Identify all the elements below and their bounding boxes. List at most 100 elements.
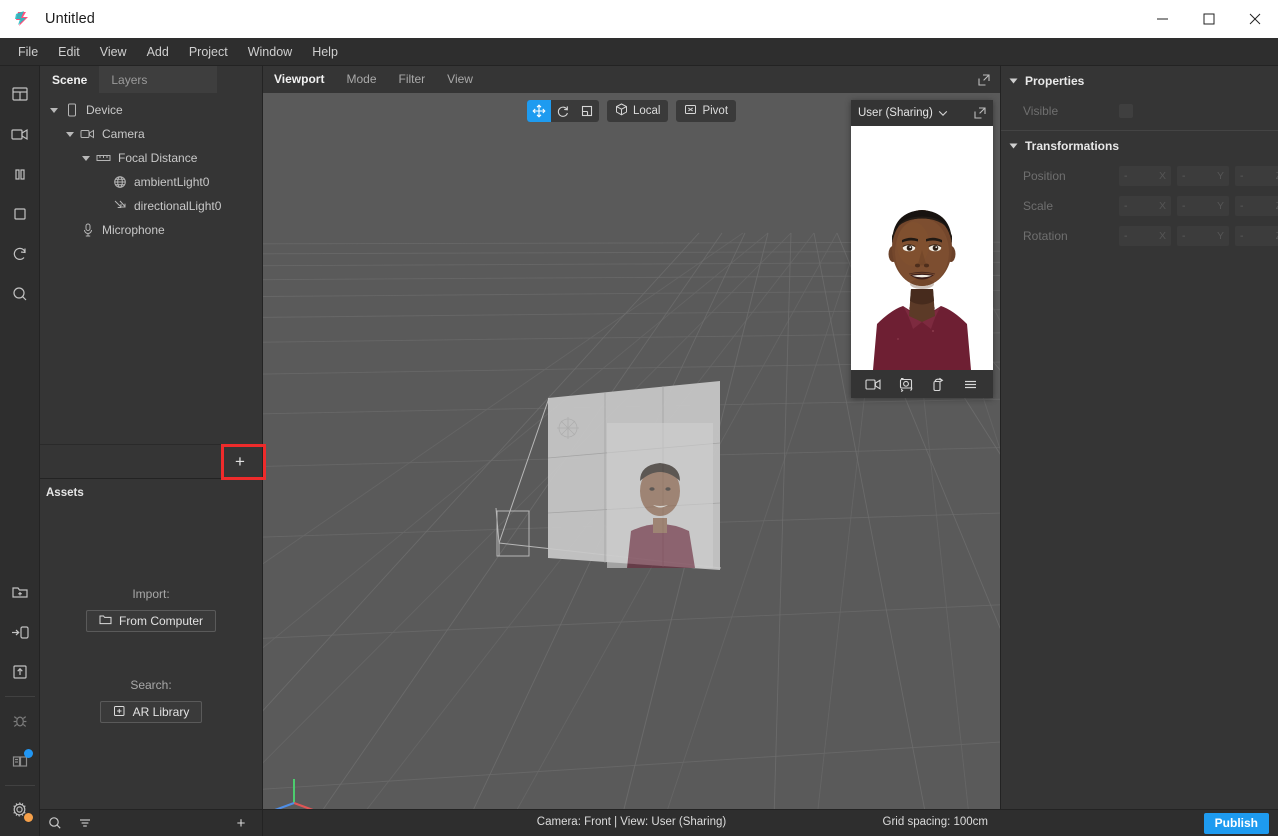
rotation-fields: - X - Y - Z (1119, 226, 1278, 246)
viewport-popout-icon[interactable] (978, 73, 990, 86)
scale-y-input[interactable]: - Y (1177, 196, 1229, 216)
reset-refresh-icon[interactable] (0, 234, 40, 274)
position-x-input[interactable]: - X (1119, 166, 1171, 186)
chevron-down-icon[interactable] (1009, 74, 1018, 88)
menu-file[interactable]: File (8, 41, 48, 63)
rotation-x-input[interactable]: - X (1119, 226, 1171, 246)
user-portrait-image (851, 126, 993, 370)
coordinate-space-button[interactable]: Local (606, 100, 669, 122)
left-tool-rail (0, 66, 40, 836)
chevron-down-icon[interactable] (1009, 139, 1018, 153)
camera-icon[interactable] (0, 114, 40, 154)
tree-item-directionallight0[interactable]: directionalLight0 (40, 194, 262, 218)
tree-item-ambientlight0[interactable]: ambientLight0 (40, 170, 262, 194)
properties-panel: Properties Visible Transformations Posit… (1000, 66, 1278, 809)
rotate-tool-button[interactable] (551, 100, 575, 122)
scale-z-input[interactable]: - Z (1235, 196, 1278, 216)
search-icon[interactable] (0, 274, 40, 314)
simulator-popout-icon[interactable] (974, 107, 986, 119)
tab-scene[interactable]: Scene (40, 66, 100, 93)
menu-help[interactable]: Help (302, 41, 348, 63)
send-to-device-icon[interactable] (0, 612, 40, 652)
rotation-y-input[interactable]: - Y (1177, 226, 1229, 246)
tree-item-microphone[interactable]: Microphone (40, 218, 262, 242)
tree-item-device[interactable]: Device (40, 98, 262, 122)
import-from-computer-button[interactable]: From Computer (85, 610, 217, 632)
menu-hamburger-icon[interactable] (958, 373, 984, 395)
add-object-button[interactable]: + (218, 444, 262, 479)
menu-add[interactable]: Add (137, 41, 179, 63)
viewport-grid-spacing: Grid spacing: 100cm (882, 816, 988, 828)
documentation-icon[interactable] (0, 741, 40, 781)
scale-x-input[interactable]: - X (1119, 196, 1171, 216)
visible-label: Visible (1023, 104, 1059, 118)
directional-light-icon (110, 199, 130, 213)
chevron-down-icon[interactable] (78, 154, 94, 162)
rotation-z-input[interactable]: - Z (1235, 226, 1278, 246)
chevron-down-icon[interactable] (938, 108, 948, 118)
assets-filter-icon[interactable] (70, 810, 100, 836)
visible-checkbox[interactable] (1119, 104, 1133, 118)
chevron-down-icon[interactable] (62, 130, 78, 138)
axis-label: Y (1216, 200, 1224, 212)
folder-icon (99, 614, 112, 628)
tab-viewport[interactable]: Viewport (263, 66, 335, 93)
simulator-panel: User (Sharing) (851, 100, 993, 398)
tree-item-camera[interactable]: Camera (40, 122, 262, 146)
scene-add-bar: + (40, 444, 263, 479)
axis-label: Y (1216, 170, 1224, 182)
add-folder-icon[interactable] (0, 572, 40, 612)
axis-label: X (1158, 200, 1166, 212)
rail-divider (4, 696, 35, 697)
tab-filter[interactable]: Filter (388, 66, 437, 93)
tab-view[interactable]: View (436, 66, 484, 93)
minimize-icon[interactable] (1140, 0, 1186, 38)
search-label: Search: (130, 678, 172, 692)
position-z-input[interactable]: - Z (1235, 166, 1278, 186)
settings-gear-icon[interactable] (0, 790, 40, 830)
documentation-badge (23, 749, 33, 758)
value: - (1240, 200, 1244, 212)
menu-edit[interactable]: Edit (48, 41, 90, 63)
viewport-3d[interactable]: Local Pivot User (Sharing) Camera: Front… (263, 93, 1000, 836)
rotate-device-icon[interactable] (925, 373, 951, 395)
assets-add-button[interactable]: + (226, 810, 256, 836)
tab-mode[interactable]: Mode (335, 66, 387, 93)
menu-project[interactable]: Project (179, 41, 238, 63)
position-y-input[interactable]: - Y (1177, 166, 1229, 186)
assets-search-icon[interactable] (40, 810, 70, 836)
record-video-icon[interactable] (860, 373, 886, 395)
switch-camera-icon[interactable] (893, 373, 919, 395)
scene-panel: Scene Layers Device Camera Focal Distanc… (40, 66, 263, 478)
chevron-down-icon[interactable] (46, 106, 62, 114)
tree-label: ambientLight0 (134, 175, 210, 189)
transformations-section-header[interactable]: Transformations (1001, 131, 1278, 161)
simulator-preview-stage[interactable] (851, 126, 993, 370)
pivot-icon (684, 103, 697, 119)
record-stop-icon[interactable] (0, 194, 40, 234)
axis-label: Y (1216, 230, 1224, 242)
scale-tool-button[interactable] (575, 100, 599, 122)
axis-label: X (1158, 230, 1166, 242)
maximize-icon[interactable] (1186, 0, 1232, 38)
debug-bug-icon[interactable] (0, 701, 40, 741)
move-tool-button[interactable] (526, 100, 551, 122)
ar-library-button[interactable]: AR Library (99, 701, 203, 723)
library-add-icon (113, 705, 126, 720)
device-icon (62, 103, 82, 117)
export-upload-icon[interactable] (0, 652, 40, 692)
value: - (1240, 170, 1244, 182)
pivot-button[interactable]: Pivot (676, 100, 737, 122)
publish-button[interactable]: Publish (1203, 812, 1269, 834)
pause-icon[interactable] (0, 154, 40, 194)
value: - (1182, 170, 1186, 182)
tree-item-focal-distance[interactable]: Focal Distance (40, 146, 262, 170)
close-icon[interactable] (1232, 0, 1278, 38)
properties-section-header[interactable]: Properties (1001, 66, 1278, 96)
property-row-visible: Visible (1001, 96, 1278, 126)
layout-panels-icon[interactable] (0, 74, 40, 114)
menu-view[interactable]: View (90, 41, 137, 63)
menu-window[interactable]: Window (238, 41, 302, 63)
tab-layers[interactable]: Layers (99, 66, 218, 93)
property-row-position: Position - X - Y - Z (1001, 161, 1278, 191)
